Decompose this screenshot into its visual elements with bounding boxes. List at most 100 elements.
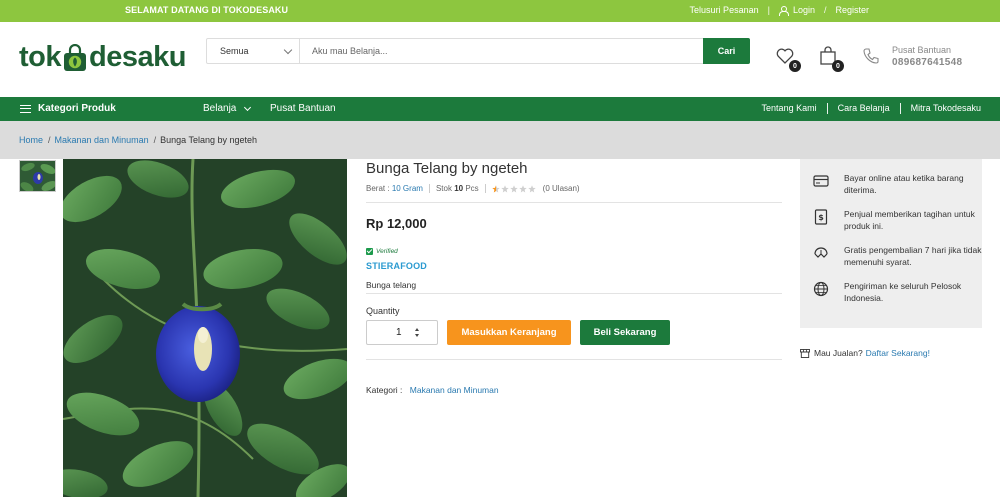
- invoice-icon: $: [814, 209, 828, 225]
- return-box-icon: [814, 247, 828, 258]
- breadcrumb: Home / Makanan dan Minuman / Bunga Telan…: [19, 135, 257, 145]
- stock-value: 10: [454, 184, 464, 193]
- feature-text: Gratis pengembalian 7 hari jika tidak me…: [844, 245, 982, 267]
- help-phone: 089687641548: [892, 57, 963, 68]
- sell-cta-text: Mau Jualan?: [814, 348, 863, 358]
- top-bar: SELAMAT DATANG DI TOKODESAKU Telusuri Pe…: [0, 0, 1000, 22]
- category-menu-button[interactable]: Kategori Produk: [20, 103, 116, 114]
- welcome-text: SELAMAT DATANG DI TOKODESAKU: [125, 5, 289, 15]
- login-link[interactable]: Login: [793, 5, 815, 15]
- register-link[interactable]: Register: [835, 5, 869, 15]
- add-to-cart-button[interactable]: Masukkan Keranjang: [447, 320, 571, 345]
- star-icon: [500, 184, 509, 192]
- verified-badge: Verified: [366, 248, 398, 255]
- sell-cta: Mau Jualan? Daftar Sekarang!: [800, 348, 930, 358]
- feature-text: Bayar online atau ketika barang diterima…: [844, 173, 964, 195]
- nav-how-to-shop-link[interactable]: Cara Belanja: [838, 103, 890, 114]
- svg-text:$: $: [818, 213, 824, 222]
- quantity-label: Quantity: [366, 306, 400, 316]
- store-icon: [800, 348, 810, 358]
- shopping-bag-logo-icon: [62, 43, 88, 72]
- logo-text-left: tok: [19, 41, 62, 73]
- divider: [484, 184, 486, 193]
- product-thumbnail[interactable]: [19, 160, 56, 192]
- rating-stars: [491, 184, 537, 193]
- chevron-down-icon: [244, 103, 252, 111]
- wishlist-count-badge: 0: [789, 60, 801, 72]
- verified-label: Verified: [376, 248, 398, 255]
- header: tok desaku Semua Cari 0 0: [0, 22, 1000, 97]
- payment-card-icon: [813, 175, 829, 187]
- weight-value: 10 Gram: [391, 184, 423, 193]
- divider: [899, 103, 901, 114]
- nav-shop[interactable]: Belanja: [203, 103, 252, 114]
- product-category: Kategori : Makanan dan Minuman: [366, 385, 499, 395]
- search-button[interactable]: Cari: [703, 38, 750, 64]
- nav-help-center[interactable]: Pusat Bantuan: [270, 103, 336, 114]
- divider: [366, 202, 782, 203]
- wishlist-button[interactable]: 0: [775, 46, 801, 72]
- seller-name[interactable]: STIERAFOOD: [366, 261, 427, 271]
- service-info-panel: Bayar online atau ketika barang diterima…: [800, 159, 982, 328]
- star-icon: [491, 184, 500, 192]
- cart-count-badge: 0: [832, 60, 844, 72]
- breadcrumb-separator: /: [48, 135, 51, 145]
- nav-right-links: Tentang Kami Cara Belanja Mitra Tokodesa…: [762, 103, 981, 114]
- search-category-select[interactable]: Semua: [207, 39, 300, 63]
- category-label: Kategori :: [366, 385, 403, 395]
- star-icon: [518, 184, 527, 192]
- divider: |: [767, 5, 770, 15]
- top-links: Telusuri Pesanan | Login / Register: [690, 5, 869, 16]
- phone-icon: [863, 48, 879, 64]
- review-count[interactable]: (0 Ulasan): [543, 184, 580, 193]
- search-bar: Semua Cari: [206, 38, 750, 64]
- divider: [366, 293, 782, 294]
- nav-about-link[interactable]: Tentang Kami: [762, 103, 817, 114]
- breadcrumb-bar: Home / Makanan dan Minuman / Bunga Telan…: [0, 121, 1000, 159]
- breadcrumb-current: Bunga Telang by ngeteh: [160, 135, 258, 145]
- register-seller-link[interactable]: Daftar Sekarang!: [866, 348, 930, 358]
- feature-text: Pengiriman ke seluruh Pelosok Indonesia.: [844, 281, 962, 303]
- feature-text: Penjual memberikan tagihan untuk produk …: [844, 209, 975, 231]
- search-category-value: Semua: [220, 46, 249, 56]
- product-meta: Berat : 10 Gram Stok 10 Pcs (0 Ulasan): [366, 184, 580, 193]
- decrement-arrow-icon[interactable]: [415, 334, 419, 337]
- category-menu-label: Kategori Produk: [38, 103, 116, 114]
- product-description: Bunga telang: [366, 280, 417, 290]
- nav-partner-link[interactable]: Mitra Tokodesaku: [911, 103, 981, 114]
- nav-shop-label: Belanja: [203, 103, 237, 114]
- logo-text-right: desaku: [89, 41, 186, 73]
- check-icon: [366, 248, 373, 255]
- divider: [366, 359, 782, 360]
- quantity-stepper[interactable]: 1: [366, 320, 438, 345]
- buy-now-button[interactable]: Beli Sekarang: [580, 320, 670, 345]
- breadcrumb-separator: /: [153, 135, 157, 145]
- help-label: Pusat Bantuan: [892, 45, 952, 55]
- product-price: Rp 12,000: [366, 216, 427, 231]
- stock-label: Stok: [435, 184, 452, 193]
- chevron-down-icon: [283, 45, 293, 55]
- category-link[interactable]: Makanan dan Minuman: [410, 385, 499, 395]
- search-input[interactable]: [300, 39, 703, 63]
- globe-icon: [813, 281, 829, 297]
- track-orders-link[interactable]: Telusuri Pesanan: [690, 5, 759, 15]
- cart-button[interactable]: 0: [818, 46, 844, 72]
- user-icon: [778, 6, 789, 16]
- increment-arrow-icon[interactable]: [415, 328, 419, 331]
- quantity-value[interactable]: 1: [396, 327, 402, 338]
- star-icon: [527, 184, 536, 192]
- divider: [428, 184, 430, 193]
- divider: [826, 103, 828, 114]
- product-title: Bunga Telang by ngeteh: [366, 160, 528, 177]
- breadcrumb-home[interactable]: Home: [19, 135, 43, 145]
- product-main-image[interactable]: [63, 159, 347, 497]
- main-nav: Kategori Produk Belanja Pusat Bantuan Te…: [0, 97, 1000, 121]
- stock-unit: Pcs: [465, 184, 479, 193]
- weight-label: Berat :: [366, 184, 390, 193]
- breadcrumb-category[interactable]: Makanan dan Minuman: [55, 135, 149, 145]
- help-contact[interactable]: Pusat Bantuan 089687641548: [862, 44, 982, 70]
- menu-icon: [20, 104, 31, 113]
- star-icon: [509, 184, 518, 192]
- site-logo[interactable]: tok desaku: [19, 41, 186, 74]
- divider: /: [823, 5, 827, 15]
